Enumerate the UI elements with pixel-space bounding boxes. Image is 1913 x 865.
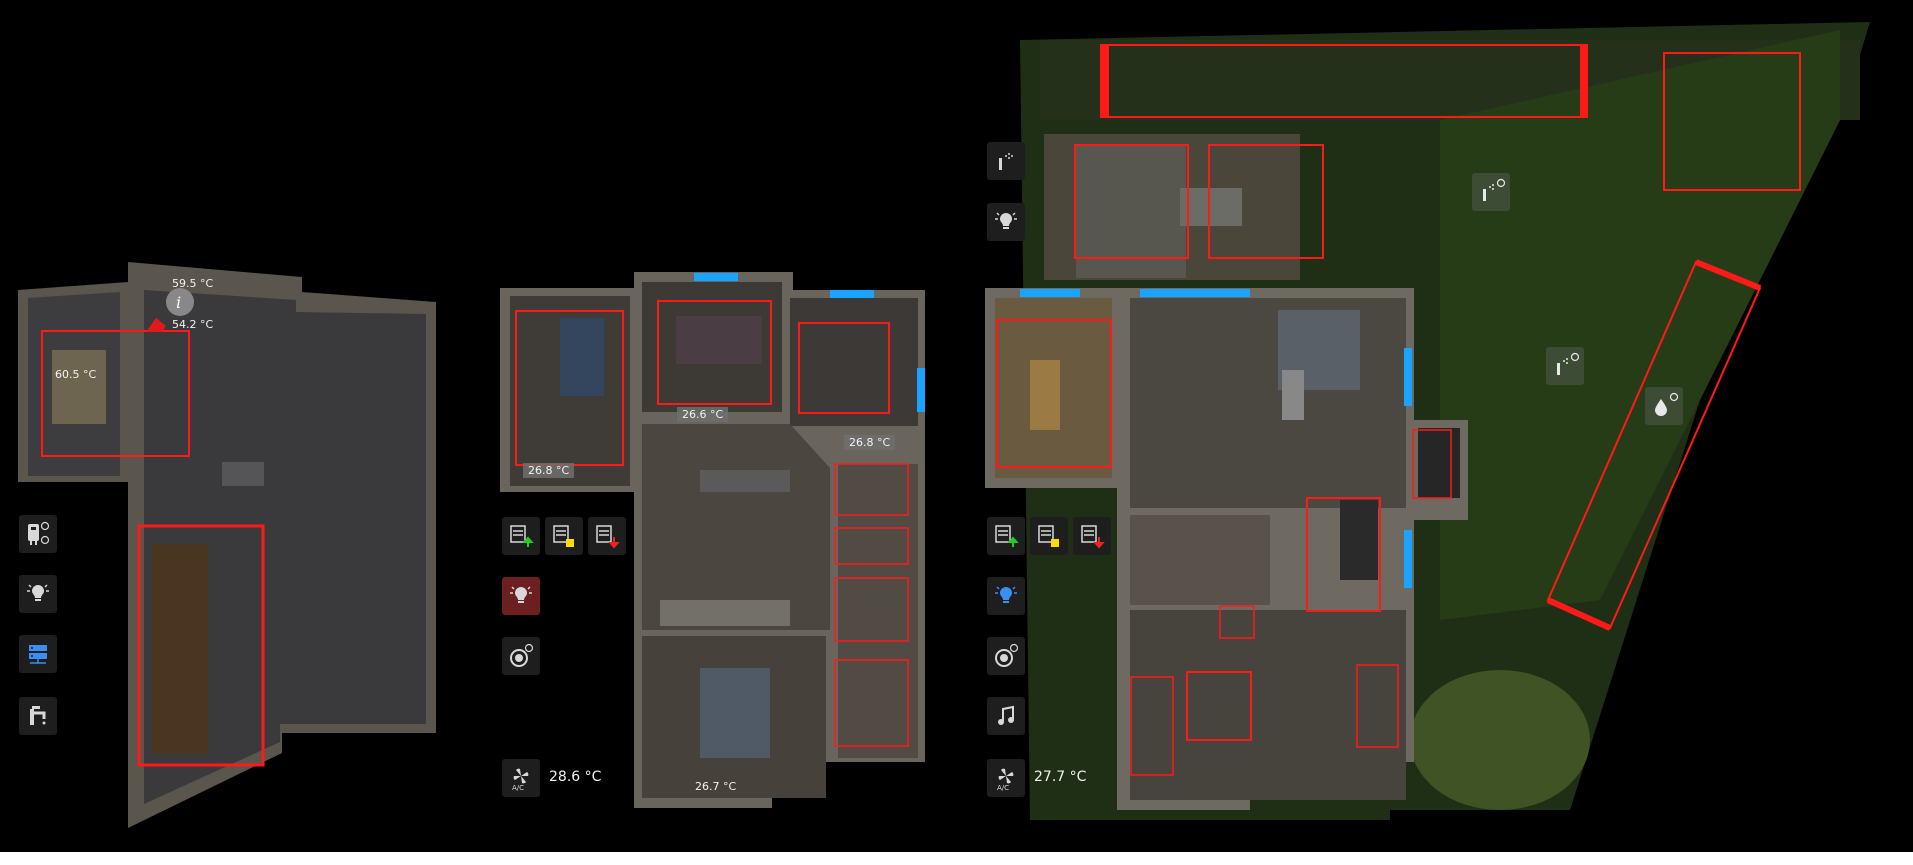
water-tap-button[interactable] <box>19 697 57 735</box>
ground-blinds-up-button[interactable] <box>987 517 1025 555</box>
music-button[interactable] <box>987 697 1025 735</box>
sprinkler-timer-button-1[interactable] <box>1472 173 1510 211</box>
boiler-temp: 60.5 °C <box>55 368 97 381</box>
sprinkler-timer-button-2[interactable] <box>1546 347 1584 385</box>
server-icon <box>29 645 47 664</box>
window-ground-3[interactable] <box>1404 348 1412 406</box>
blinds-stop-icon <box>553 525 574 547</box>
svg-text:A/C: A/C <box>512 784 524 791</box>
upper-blinds-stop-button[interactable] <box>545 517 583 555</box>
light-icon <box>510 586 532 603</box>
garden-light-button[interactable] <box>987 203 1025 241</box>
room-temp-dressing: 26.7 °C <box>695 780 737 793</box>
drip-timer-button[interactable] <box>1645 387 1683 425</box>
robot-vacuum-timer-icon <box>510 643 534 667</box>
sensor-top-temp: 59.5 °C <box>172 277 214 290</box>
blinds-stop-icon <box>1038 525 1059 547</box>
upper-light-button[interactable] <box>502 577 540 615</box>
floorplan-canvas: i <box>18 22 1870 828</box>
ground-light-button[interactable] <box>987 577 1025 615</box>
upper-ac-button[interactable]: A/C <box>502 759 540 797</box>
ac-icon: A/C <box>997 768 1014 791</box>
ground-ac-temp: 27.7 °C <box>1034 769 1087 785</box>
ac-icon: A/C <box>512 768 529 791</box>
room-temp-bedroom-2: 26.6 °C <box>677 407 729 422</box>
water-heater-timer-button[interactable] <box>19 515 57 553</box>
server-button[interactable] <box>19 635 57 673</box>
sprinkler-icon <box>999 153 1013 170</box>
sensor-bottom-temp: 54.2 °C <box>172 318 214 331</box>
sprinkler-timer-icon <box>1557 352 1580 375</box>
robot-vacuum-timer-icon <box>995 643 1019 667</box>
upper-blinds-up-button[interactable] <box>502 517 540 555</box>
window-upper-3[interactable] <box>917 368 925 412</box>
ground-blinds-down-button[interactable] <box>1073 517 1111 555</box>
basement-light-button[interactable] <box>19 575 57 613</box>
room-temp-office: 26.8 °C <box>844 435 896 450</box>
ground-ac-button[interactable]: A/C <box>987 759 1025 797</box>
upper-blinds-down-button[interactable] <box>588 517 626 555</box>
ground-blinds-stop-button[interactable] <box>1030 517 1068 555</box>
window-ground-1[interactable] <box>1020 289 1080 297</box>
blinds-down-icon <box>1081 525 1105 549</box>
window-ground-4[interactable] <box>1404 530 1412 588</box>
blinds-up-icon <box>510 525 534 547</box>
zone-garden-hedge-left-end <box>1101 45 1109 117</box>
blinds-up-icon <box>995 525 1019 547</box>
music-icon <box>998 705 1014 725</box>
room-temp-bedroom-1: 26.8 °C <box>523 463 575 478</box>
drip-timer-icon <box>1655 392 1679 416</box>
zone-garden-hedge-right-end <box>1580 45 1588 117</box>
light-icon <box>27 584 49 601</box>
sprinkler-timer-icon <box>1483 178 1506 201</box>
upper-ac-temp: 28.6 °C <box>549 769 602 785</box>
bottom-bar <box>0 852 1913 865</box>
water-tap-icon <box>30 706 46 725</box>
blinds-down-icon <box>596 525 620 549</box>
water-heater-timer-icon <box>28 521 50 545</box>
light-icon <box>995 586 1017 603</box>
basement-floorplan <box>18 262 436 828</box>
upper-robot-vacuum-button[interactable] <box>502 637 540 675</box>
garden-light-icon <box>995 212 1017 229</box>
svg-text:A/C: A/C <box>997 784 1009 791</box>
info-glyph: i <box>176 293 181 312</box>
window-ground-2[interactable] <box>1140 289 1250 297</box>
window-upper-2[interactable] <box>830 290 874 298</box>
window-upper-1[interactable] <box>694 273 738 281</box>
ground-robot-vacuum-button[interactable] <box>987 637 1025 675</box>
sprinkler-button[interactable] <box>987 142 1025 180</box>
